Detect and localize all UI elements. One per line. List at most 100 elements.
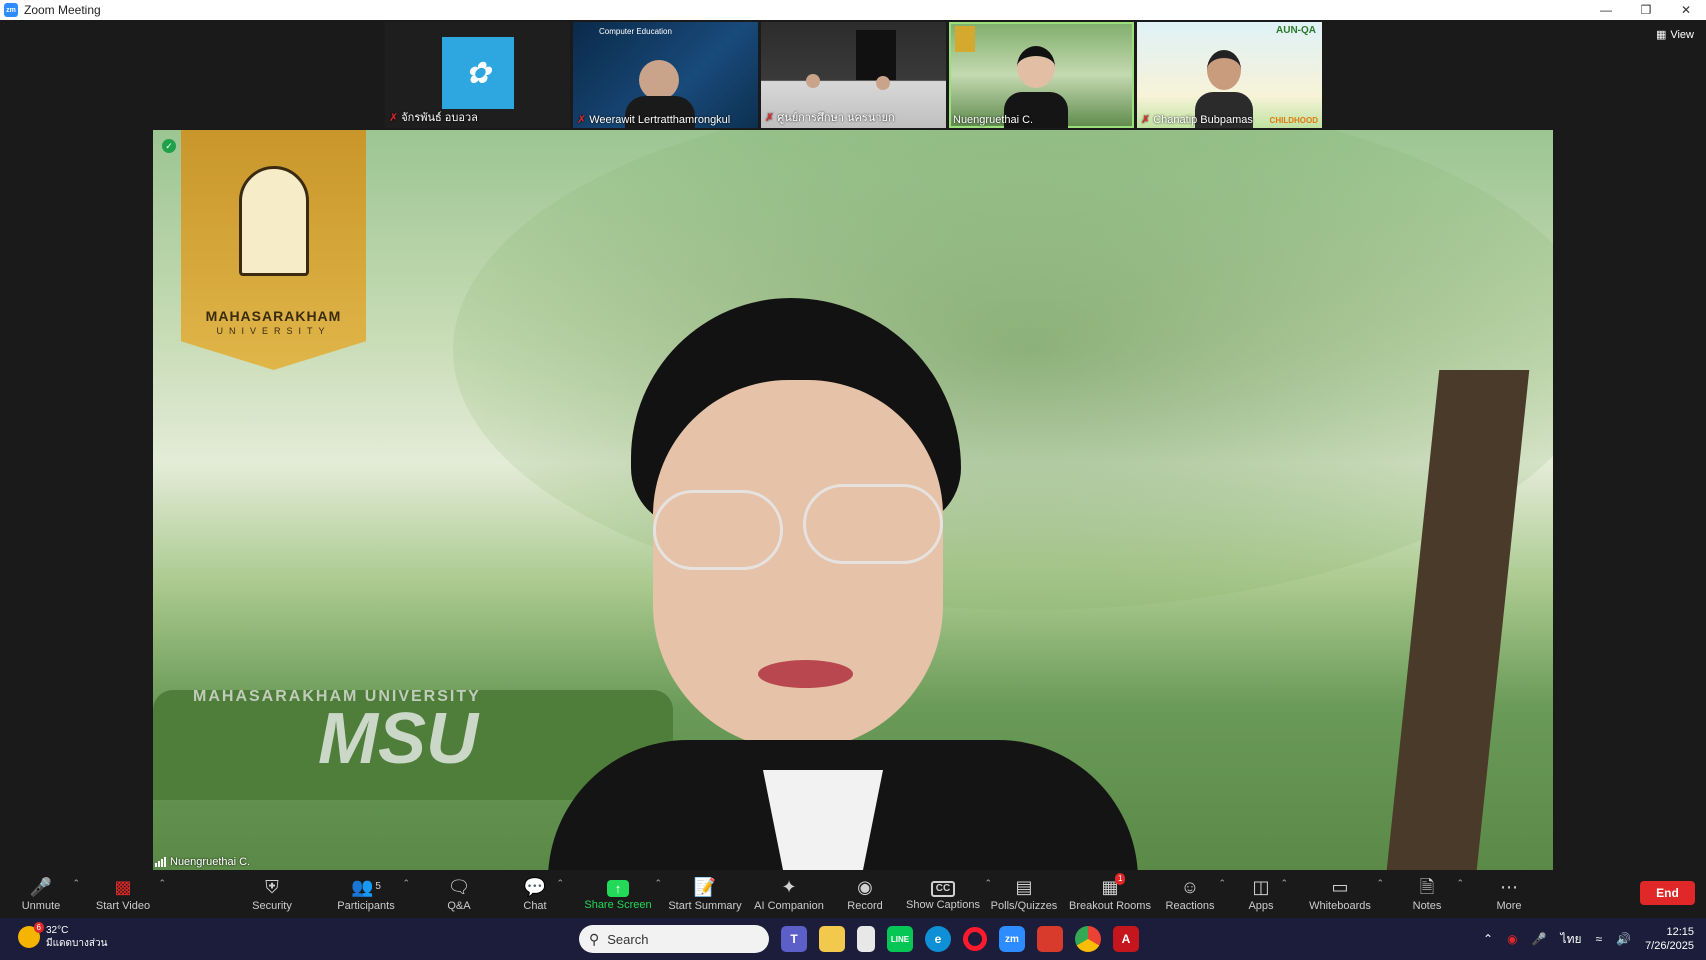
participants-icon: 👥 5 [351,877,381,897]
speaker-mouth [758,660,853,688]
avatar: ✿ [442,37,514,109]
tray-app-icon[interactable]: ◉ [1507,932,1517,946]
logo-badge [955,26,975,52]
polls-quizzes-button[interactable]: ▤ Polls/Quizzes [990,870,1058,918]
system-tray: ⌃ ◉ 🎤 ไทย ≈ 🔊 12:15 7/26/2025 [1483,922,1694,956]
chevron-up-icon[interactable]: ⌃ [1456,878,1464,889]
video-person [806,74,820,88]
apps-button[interactable]: ◫ Apps ⌃ [1248,870,1288,918]
cc-icon: CC [930,880,956,897]
participant-thumbnail[interactable]: ✿ ✗ จักรพันธ์ อบอวล [385,22,570,128]
zoom-app-icon: zm [4,3,18,17]
security-button[interactable]: ⛨ Security [248,870,296,918]
show-captions-button[interactable]: CC Show Captions ⌃ [906,870,992,918]
taskbar-search[interactable]: ⚲ Search [579,925,769,953]
clock-time: 12:15 [1666,926,1694,938]
chevron-up-icon[interactable]: ⌃ [1483,932,1493,946]
chevron-up-icon[interactable]: ⌃ [1218,878,1226,889]
chevron-up-icon[interactable]: ⌃ [158,878,166,889]
participant-thumbnail[interactable]: AUN-QA CHILDHOOD ✗ Chanatip Bubpamas [1137,22,1322,128]
video-person [876,76,890,90]
participants-button[interactable]: 👥 5 Participants ⌃ [334,870,410,918]
reactions-button[interactable]: ☺ Reactions ⌃ [1166,870,1226,918]
participant-thumbnail-active[interactable]: Nuengruethai C. [949,22,1134,128]
teams-icon[interactable]: T [781,926,807,952]
mic-muted-icon: ✗ [765,111,775,124]
video-person [1017,46,1055,88]
chrome-icon[interactable] [1075,926,1101,952]
corner-text: CHILDHOOD [1269,116,1318,125]
reactions-icon: ☺ [1180,877,1200,897]
notes-button[interactable]: 🗎 Notes ⌃ [1412,870,1464,918]
acrobat-icon[interactable]: A [1113,926,1139,952]
edge-icon[interactable]: e [925,926,951,952]
chevron-up-icon[interactable]: ⌃ [1280,878,1288,889]
view-label: View [1670,28,1694,41]
taskbar-apps: ⚲ Search T LINE e zm A [545,924,1139,954]
chevron-up-icon[interactable]: ⌃ [654,878,662,889]
zoom-icon[interactable]: zm [999,926,1025,952]
speaker-icon[interactable]: 🔊 [1616,932,1631,946]
chevron-up-icon[interactable]: ⌃ [402,878,410,889]
clock[interactable]: 12:15 7/26/2025 [1645,925,1694,953]
weather-temp: 32°C [46,925,69,936]
unmute-button[interactable]: 🎤 Unmute ⌃ [14,870,80,918]
breakout-rooms-button[interactable]: ▦ 1 Breakout Rooms [1069,870,1151,918]
participant-name: Nuengruethai C. [953,114,1034,126]
chevron-up-icon[interactable]: ⌃ [72,878,80,889]
verified-shield-icon: ✓ [162,139,176,153]
close-icon[interactable]: ✕ [1666,0,1706,20]
main-speaker-video: MAHASARAKHAM UNIVERSITY MSU ✓ MAHASARAKH… [153,130,1553,870]
qa-icon: 🗨 [447,877,471,897]
restore-icon[interactable]: ❐ [1626,0,1666,20]
speaker-name: Nuengruethai C. [170,856,251,868]
search-placeholder: Search [607,931,649,947]
whiteboards-button[interactable]: ▭ Whiteboards ⌃ [1308,870,1384,918]
start-video-button[interactable]: ▩ Start Video ⌃ [90,870,166,918]
video-person [1207,50,1241,90]
ai-companion-button[interactable]: ✦ AI Companion [752,870,826,918]
microphone-icon[interactable]: 🎤 [1532,932,1547,946]
snipping-tool-icon[interactable] [1037,926,1063,952]
meeting-toolbar: 🎤 Unmute ⌃ ▩ Start Video ⌃ ⛨ Security 👥 5… [0,870,1706,918]
university-logo: MAHASARAKHAM UNIVERSITY [181,130,366,370]
view-button[interactable]: ▦ View [1656,28,1694,42]
more-icon: ⋯ [1500,877,1518,897]
participant-thumbnail[interactable]: Computer Education ✗ Weerawit Lertrattham… [573,22,758,128]
record-icon: ◉ [857,877,873,897]
speaker-name-label: Nuengruethai C. [155,856,250,868]
notepad-icon[interactable] [857,926,875,952]
video-off-icon: ▩ [114,877,132,897]
line-icon[interactable]: LINE [887,926,913,952]
mic-muted-icon: ✗ [389,111,399,124]
sign-text: MSU [318,699,478,779]
mic-muted-icon: ✗ [1141,114,1151,126]
apps-icon: ◫ [1252,877,1270,897]
input-language[interactable]: ไทย [1561,930,1582,949]
chat-icon: 💬 [523,877,547,897]
qa-button[interactable]: 🗨 Q&A [440,870,478,918]
chevron-up-icon[interactable]: ⌃ [1376,878,1384,889]
speaker-glasses [653,484,943,570]
participant-thumbnail[interactable]: ✗ ศูนย์การศึกษา นครนายก [761,22,946,128]
chevron-up-icon[interactable]: ⌃ [556,878,564,889]
share-screen-button[interactable]: ↑ Share Screen ⌃ [584,870,662,918]
start-summary-button[interactable]: 📝 Start Summary [666,870,744,918]
record-button[interactable]: ◉ Record [846,870,884,918]
whiteboard-icon: ▭ [1331,877,1349,897]
chat-button[interactable]: 💬 Chat ⌃ [518,870,564,918]
weather-widget[interactable]: 6 32°C มีแดดบางส่วน [18,922,107,950]
window-title: Zoom Meeting [24,3,101,17]
opera-icon[interactable] [963,927,987,951]
windows-start-icon[interactable] [545,928,567,950]
window-titlebar: zm Zoom Meeting — ❐ ✕ [0,0,1706,20]
video-person [639,60,679,100]
minimize-icon[interactable]: — [1586,0,1626,20]
file-explorer-icon[interactable] [819,926,845,952]
end-meeting-button[interactable]: End [1640,881,1695,905]
more-button[interactable]: ⋯ More [1494,870,1524,918]
clock-date: 7/26/2025 [1645,940,1694,952]
wifi-icon[interactable]: ≈ [1596,932,1603,946]
logo-emblem-icon [239,166,309,276]
windows-taskbar: 6 32°C มีแดดบางส่วน ⚲ Search T LINE e zm… [0,918,1706,960]
